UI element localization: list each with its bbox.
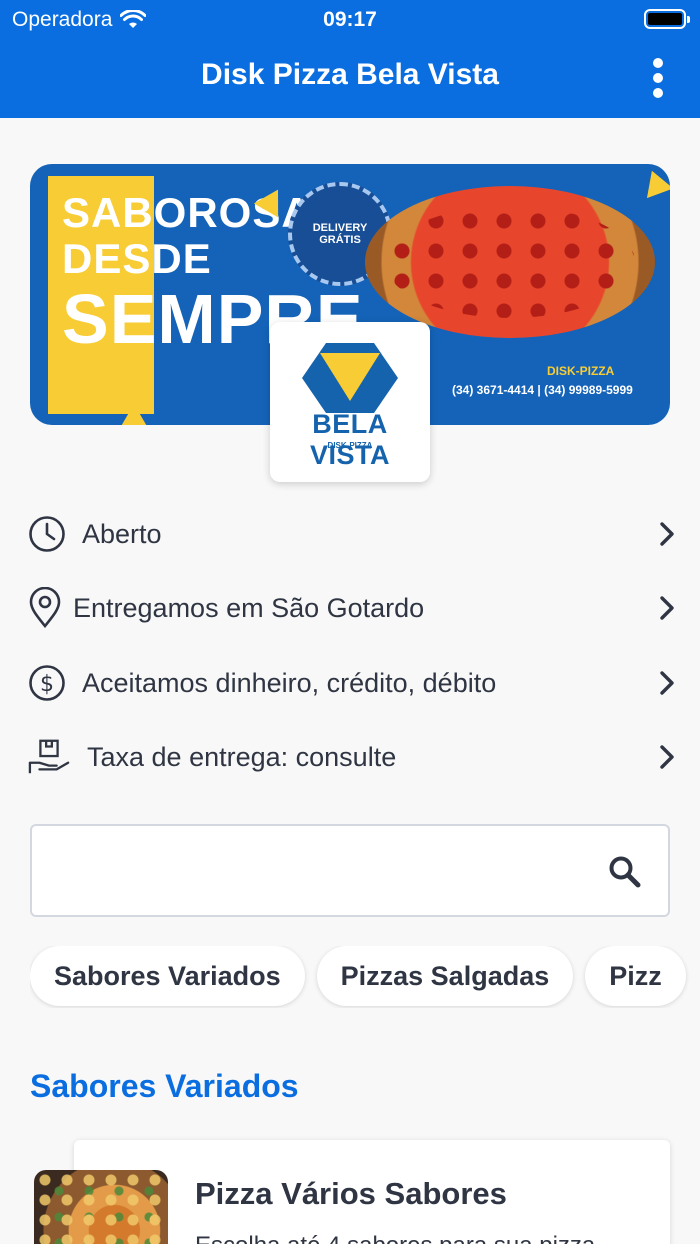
- pizza-slice-decoration: [638, 165, 670, 199]
- product-description: Escolha até 4 sabores para sua pizza: [195, 1232, 635, 1244]
- logo-name: BELA VISTA: [309, 409, 390, 470]
- chevron-right-icon: [656, 741, 678, 773]
- hours-text: Aberto: [82, 518, 162, 549]
- product-image: [34, 1170, 168, 1244]
- status-bar: Operadora 09:17: [0, 0, 700, 40]
- svg-text:$: $: [40, 672, 54, 697]
- delivery-area-text: Entregamos em São Gotardo: [73, 592, 425, 623]
- delivery-fee-text: Taxa de entrega: consulte: [87, 741, 397, 772]
- chevron-right-icon: [656, 518, 678, 550]
- dollar-icon: $: [28, 662, 70, 704]
- category-chip-sabores-variados[interactable]: Sabores Variados: [30, 946, 305, 1006]
- category-chip-pizz[interactable]: Pizz: [585, 946, 686, 1006]
- category-chips: Sabores Variados Pizzas Salgadas Pizz: [30, 946, 700, 1008]
- banner-brand: DISK-PIZZA: [547, 364, 615, 378]
- info-row-payment[interactable]: $ Aceitamos dinheiro, crédito, débito: [28, 653, 678, 713]
- pizza-slice-decoration: [120, 404, 148, 425]
- category-chip-pizzas-salgadas[interactable]: Pizzas Salgadas: [316, 946, 574, 1006]
- chevron-right-icon: [656, 592, 678, 624]
- status-time: 09:17: [323, 8, 377, 31]
- section-title: Sabores Variados: [30, 1068, 299, 1104]
- banner-phones: (34) 3671-4414 | (34) 99989-5999: [452, 383, 633, 397]
- app-header: Operadora 09:17 Disk Pizza Bela Vista: [0, 0, 700, 118]
- product-title: Pizza Vários Sabores: [195, 1176, 507, 1211]
- info-row-delivery-fee[interactable]: Taxa de entrega: consulte: [28, 727, 678, 787]
- store-logo: BELA VISTA DISK-PIZZA: [270, 322, 430, 482]
- page-title: Disk Pizza Bela Vista: [201, 58, 499, 91]
- info-row-hours[interactable]: Aberto: [28, 504, 678, 564]
- clock-icon: [28, 513, 70, 555]
- info-row-delivery-area[interactable]: Entregamos em São Gotardo: [28, 578, 678, 638]
- delivery-hand-icon: [28, 736, 70, 778]
- chevron-right-icon: [656, 667, 678, 699]
- search-icon[interactable]: [608, 855, 642, 889]
- search-input[interactable]: [48, 844, 588, 898]
- location-pin-icon: [28, 587, 70, 629]
- payment-text: Aceitamos dinheiro, crédito, débito: [82, 667, 497, 698]
- logo-subtitle: DISK-PIZZA: [327, 441, 373, 450]
- pizza-image: [365, 186, 655, 338]
- more-icon[interactable]: [652, 58, 664, 98]
- battery-icon: [644, 9, 690, 29]
- search-box: [30, 824, 670, 917]
